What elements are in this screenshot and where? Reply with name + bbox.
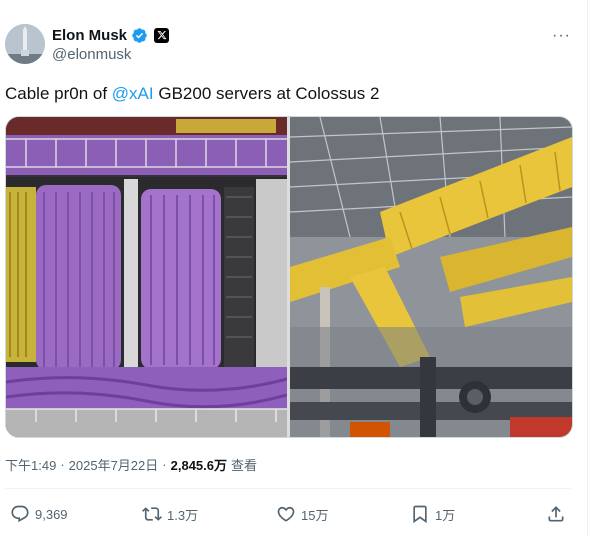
tweet-card: Elon Musk @elonmusk ··· Cable pr0n of @x… [0,0,587,536]
bookmark-icon [413,505,427,524]
repost-count: 1.3万 [167,507,199,523]
reply-icon [11,505,29,523]
bookmark-button[interactable]: 1万 [410,504,455,524]
reply-button[interactable]: 9,369 [10,504,68,524]
tweet-date[interactable]: 2025年7月22日 [69,455,159,474]
author-name-row: Elon Musk [52,25,170,45]
share-button[interactable] [546,504,566,524]
x-logo-icon[interactable] [154,27,170,43]
avatar[interactable] [5,24,45,64]
bookmark-count: 1万 [435,507,456,523]
view-count[interactable]: 2,845.6万 [171,455,227,474]
author-name[interactable]: Elon Musk [52,27,127,44]
meta-separator: · [162,457,167,472]
repost-button[interactable]: 1.3万 [142,504,198,524]
media-image-yellow-trays[interactable] [290,117,572,437]
tweet-text-part: Cable pr0n of [5,84,112,103]
action-bar: 9,369 1.3万 15万 1万 [0,500,587,530]
tweet-text: Cable pr0n of @xAI GB200 servers at Colo… [5,84,379,104]
heart-icon [277,506,295,522]
like-count: 15万 [301,507,329,523]
author-handle[interactable]: @elonmusk [52,46,131,63]
rocket-avatar-image [5,24,45,64]
view-label: 查看 [231,458,258,473]
tweet-time[interactable]: 下午1:49 [5,455,56,474]
share-icon [548,506,564,522]
media-image-purple-cables[interactable] [6,117,287,437]
media-grid [5,116,573,438]
verified-badge-icon[interactable] [131,27,148,44]
mention-link[interactable]: @xAI [112,84,154,103]
column-border [587,0,588,536]
divider [5,488,571,489]
meta-separator: · [60,457,65,472]
reply-count: 9,369 [35,506,68,522]
like-button[interactable]: 15万 [276,504,328,524]
tweet-meta: 下午1:49 · 2025年7月22日 · 2,845.6万 查看 [5,455,257,474]
more-options-icon[interactable]: ··· [552,27,571,45]
tweet-text-part: GB200 servers at Colossus 2 [153,84,380,103]
repost-icon [142,507,162,521]
